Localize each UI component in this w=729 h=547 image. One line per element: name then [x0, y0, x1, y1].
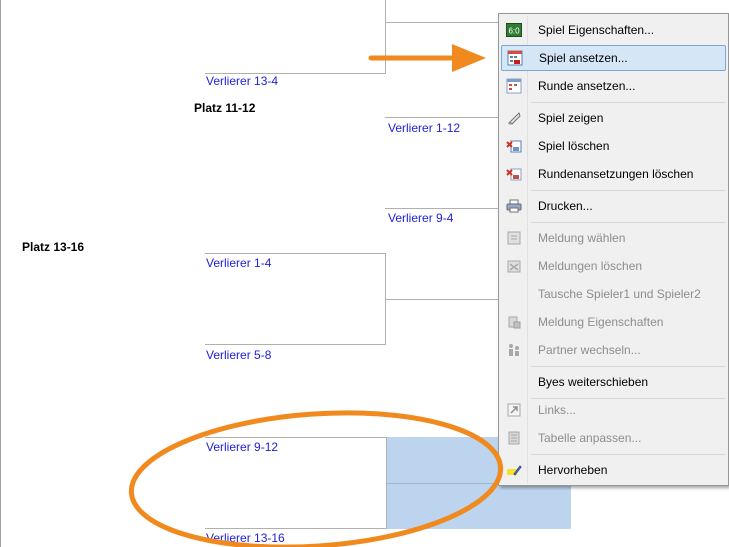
menu-item-label: Links... — [538, 403, 577, 417]
bracket-line — [385, 22, 498, 23]
menu-separator — [531, 190, 726, 191]
menu-item-runde-ansetzen[interactable]: Runde ansetzen... — [501, 73, 726, 99]
bracket-slot-label[interactable]: Verlierer 9-12 — [206, 440, 278, 454]
bracket-slot-label[interactable]: Verlierer 13-4 — [206, 74, 278, 88]
select-entry-icon — [501, 230, 527, 246]
match-properties-icon: 6:0 — [501, 23, 527, 37]
menu-item-label: Rundenansetzungen löschen — [538, 167, 694, 181]
menu-separator — [531, 454, 726, 455]
bracket-line — [385, 299, 498, 300]
menu-item-meldung-waehlen[interactable]: Meldung wählen — [501, 225, 726, 251]
menu-item-spiel-ansetzen[interactable]: Spiel ansetzen... — [501, 45, 726, 71]
schedule-round-icon — [501, 78, 527, 94]
menu-item-rundenansetzungen-loeschen[interactable]: Rundenansetzungen löschen — [501, 161, 726, 187]
menu-separator — [531, 366, 726, 367]
menu-separator — [531, 222, 726, 223]
bracket-slot-label[interactable]: Verlierer 1-4 — [206, 256, 271, 270]
printer-icon — [501, 198, 527, 214]
bracket-slot-label[interactable]: Verlierer 5-8 — [206, 348, 271, 362]
menu-item-label: Runde ansetzen... — [538, 79, 636, 93]
swap-partner-icon — [501, 342, 527, 358]
menu-item-label: Meldung Eigenschaften — [538, 315, 664, 329]
menu-item-spiel-eigenschaften[interactable]: 6:0 Spiel Eigenschaften... — [501, 17, 726, 43]
menu-separator — [531, 102, 726, 103]
menu-item-links[interactable]: Links... — [501, 397, 726, 423]
bracket-line — [205, 528, 387, 529]
menu-item-label: Meldungen löschen — [538, 259, 643, 273]
annotation-arrow-icon — [368, 44, 486, 72]
bracket-line — [205, 344, 386, 345]
section-platz-13-16: Platz 13-16 — [22, 240, 85, 254]
window-left-border — [0, 0, 1, 547]
menu-item-label: Drucken... — [538, 199, 593, 213]
delete-entries-icon — [501, 258, 527, 274]
menu-item-spiel-loeschen[interactable]: Spiel löschen — [501, 133, 726, 159]
bracket-slot-label[interactable]: Verlierer 9-4 — [388, 211, 453, 225]
bracket-line — [385, 0, 386, 73]
menu-item-label: Partner wechseln... — [538, 343, 641, 357]
section-platz-11-12: Platz 11-12 — [194, 101, 256, 115]
bracket-line — [385, 117, 498, 118]
menu-item-drucken[interactable]: Drucken... — [501, 193, 726, 219]
bracket-slot-label[interactable]: Verlierer 1-12 — [388, 121, 460, 135]
bracket-slot-label[interactable]: Verlierer 13-16 — [206, 531, 285, 545]
svg-text:6:0: 6:0 — [508, 27, 520, 36]
menu-item-meldungen-loeschen[interactable]: Meldungen löschen — [501, 253, 726, 279]
menu-item-partner-wechseln[interactable]: Partner wechseln... — [501, 337, 726, 363]
menu-item-tabelle-anpassen[interactable]: Tabelle anpassen... — [501, 425, 726, 451]
highlight-icon — [501, 462, 527, 478]
menu-item-label: Spiel zeigen — [538, 111, 604, 125]
menu-item-label: Spiel Eigenschaften... — [538, 23, 655, 37]
bracket-line — [385, 208, 498, 209]
entry-properties-icon — [501, 314, 527, 330]
menu-item-byes-weiterschieben[interactable]: Byes weiterschieben — [501, 369, 726, 395]
delete-round-schedule-icon — [501, 166, 527, 182]
bracket-line — [205, 253, 386, 254]
menu-item-label: Byes weiterschieben — [538, 375, 649, 389]
menu-item-label: Tabelle anpassen... — [538, 431, 642, 445]
menu-item-meldung-eigenschaften[interactable]: Meldung Eigenschaften — [501, 309, 726, 335]
table-icon — [501, 430, 527, 446]
link-icon — [501, 402, 527, 418]
menu-item-label: Spiel ansetzen... — [539, 51, 628, 65]
menu-item-label: Spiel löschen — [538, 139, 610, 153]
show-match-icon — [501, 110, 527, 126]
menu-item-label: Hervorheben — [538, 463, 608, 477]
menu-item-spiel-zeigen[interactable]: Spiel zeigen — [501, 105, 726, 131]
bracket-line — [205, 437, 386, 438]
menu-item-hervorheben[interactable]: Hervorheben — [501, 457, 726, 483]
menu-item-label: Meldung wählen — [538, 231, 626, 245]
context-menu: 6:0 Spiel Eigenschaften... Spiel ansetze… — [498, 13, 729, 486]
schedule-match-icon — [502, 50, 528, 66]
menu-item-label: Tausche Spieler1 und Spieler2 — [538, 287, 701, 301]
menu-item-tausche-spieler[interactable]: Tausche Spieler1 und Spieler2 — [501, 281, 726, 307]
delete-match-icon — [501, 138, 527, 154]
